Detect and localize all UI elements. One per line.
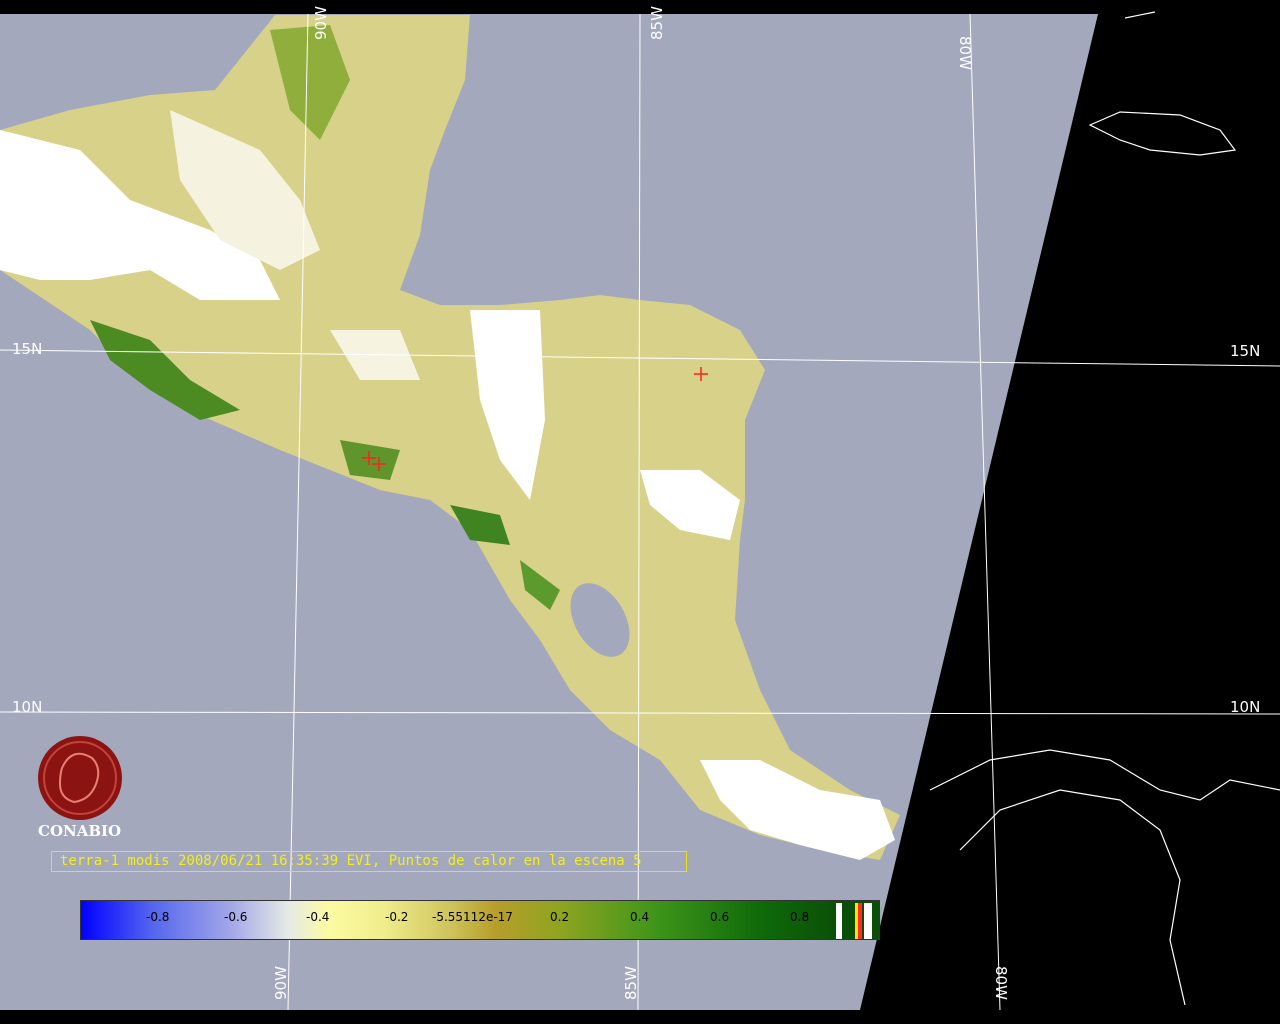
colorbar-marker-stack	[855, 903, 862, 939]
scene-caption: terra-1 modis 2008/06/21 16:35:39 EVI, P…	[51, 851, 687, 872]
colorbar-label: -0.4	[306, 910, 330, 924]
colorbar-marker-white	[836, 903, 842, 939]
colorbar-label: -5.55112e-17	[432, 910, 513, 924]
lat-label-right-15n: 15N	[1230, 342, 1260, 360]
logo-text: CONABIO	[38, 822, 121, 840]
lat-label-right-10n: 10N	[1230, 698, 1260, 716]
lat-label-left-10n: 10N	[12, 698, 42, 716]
logo-emblem	[38, 736, 122, 820]
lat-label-left-15n: 15N	[12, 340, 42, 358]
colorbar-label: -0.8	[146, 910, 170, 924]
colorbar-marker-white2	[864, 903, 872, 939]
colorbar-label: 0.2	[550, 910, 570, 924]
lon-label-bottom-80w: 80W	[992, 966, 1010, 1000]
colorbar-label: 0.4	[630, 910, 650, 924]
colorbar-label: -0.6	[224, 910, 248, 924]
lon-label-top-90w: 90W	[312, 6, 330, 40]
lon-label-bottom-85w: 85W	[622, 966, 640, 1000]
lon-label-bottom-90w: 90W	[272, 966, 290, 1000]
colorbar-label: 0.6	[710, 910, 730, 924]
lon-label-top-80w: 80W	[956, 36, 974, 70]
conabio-logo: CONABIO	[38, 736, 122, 840]
colorbar-label: -0.2	[385, 910, 409, 924]
colorbar-label: 0.8	[790, 910, 810, 924]
lon-label-top-85w: 85W	[648, 6, 666, 40]
